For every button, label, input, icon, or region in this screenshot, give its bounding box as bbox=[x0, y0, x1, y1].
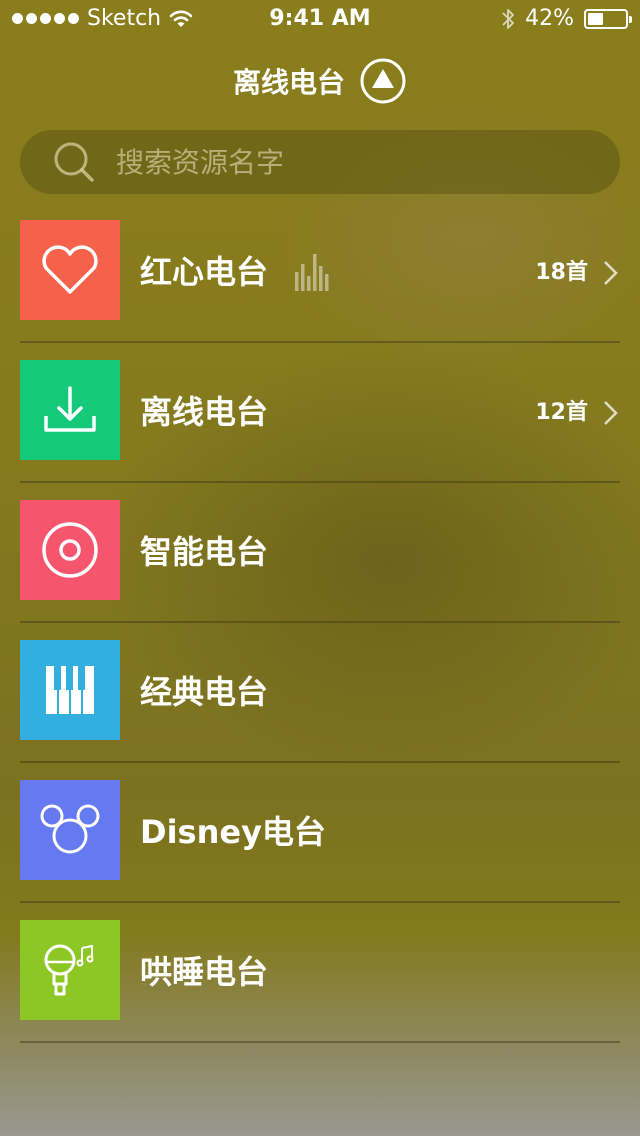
divider bbox=[20, 901, 620, 903]
screen: Sketch 9:41 AM 42% 离线电台 搜索资源名字 红心电台 18首 … bbox=[0, 0, 640, 1136]
status-bar: Sketch 9:41 AM 42% bbox=[0, 0, 640, 40]
station-label: Disney电台 bbox=[140, 813, 326, 851]
station-tile bbox=[20, 360, 120, 460]
list-item-hongshui[interactable]: 哄睡电台 bbox=[20, 920, 620, 1060]
microphone-music-icon bbox=[44, 944, 94, 996]
station-tile bbox=[20, 920, 120, 1020]
station-tile bbox=[20, 500, 120, 600]
equalizer-icon bbox=[295, 254, 329, 291]
bluetooth-icon bbox=[502, 8, 514, 29]
status-right: 42% bbox=[501, 6, 632, 31]
station-label: 离线电台 bbox=[140, 393, 269, 431]
list-item-lixian[interactable]: 离线电台 12首 bbox=[20, 360, 620, 500]
divider bbox=[20, 341, 620, 343]
station-label: 哄睡电台 bbox=[140, 953, 269, 991]
divider bbox=[20, 761, 620, 763]
search-bar[interactable] bbox=[20, 130, 620, 194]
mickey-icon bbox=[40, 804, 100, 854]
nav-bar: 离线电台 bbox=[0, 56, 640, 106]
divider bbox=[20, 621, 620, 623]
station-label: 红心电台 bbox=[140, 253, 269, 291]
chevron-right-icon bbox=[604, 261, 618, 285]
up-triangle-circle-icon[interactable] bbox=[359, 57, 407, 105]
station-tile bbox=[20, 640, 120, 740]
list-item-disney[interactable]: Disney电台 bbox=[20, 780, 620, 920]
station-tile bbox=[20, 220, 120, 320]
list-item-zhineng[interactable]: 智能电台 bbox=[20, 500, 620, 640]
song-count: 18首 bbox=[535, 260, 588, 285]
piano-icon bbox=[46, 666, 94, 714]
battery-icon bbox=[584, 8, 632, 29]
station-label: 智能电台 bbox=[140, 533, 269, 571]
station-label: 经典电台 bbox=[140, 673, 269, 711]
divider bbox=[20, 481, 620, 483]
list-item-jingdian[interactable]: 经典电台 bbox=[20, 640, 620, 780]
divider bbox=[20, 1041, 620, 1043]
download-icon bbox=[44, 386, 96, 432]
station-tile bbox=[20, 780, 120, 880]
disc-icon bbox=[42, 522, 98, 578]
list-item-hongxin[interactable]: 红心电台 18首 bbox=[20, 220, 620, 360]
page-title: 离线电台 bbox=[232, 66, 345, 99]
heart-icon bbox=[42, 245, 98, 294]
chevron-right-icon bbox=[604, 401, 618, 425]
search-input[interactable] bbox=[114, 144, 558, 180]
station-list: 红心电台 18首 离线电台 12首 智能电台 经典电台 Disney电台 哄睡电… bbox=[20, 220, 620, 1060]
battery-percent: 42% bbox=[525, 6, 574, 31]
battery-level bbox=[588, 12, 603, 25]
song-count: 12首 bbox=[535, 400, 588, 425]
search-icon bbox=[54, 142, 94, 182]
